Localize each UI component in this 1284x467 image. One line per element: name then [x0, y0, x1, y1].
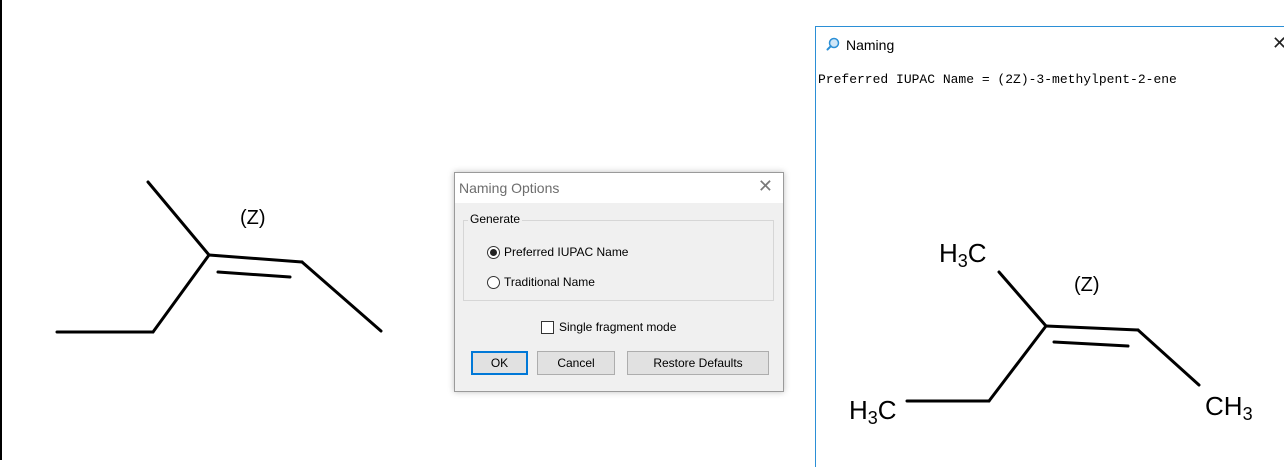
bond-double-outer [1044, 324, 1140, 332]
cancel-button[interactable]: Cancel [537, 351, 615, 375]
bond-right-methyl [1136, 328, 1201, 387]
bond-top-methyl [997, 270, 1048, 328]
dialog-title: Naming Options [459, 180, 560, 196]
generate-group-label: Generate [468, 212, 523, 226]
bond-down [151, 253, 211, 334]
checkbox-label: Single fragment mode [559, 320, 677, 334]
single-fragment-checkbox[interactable] [541, 320, 554, 334]
bond-double-inner [1052, 340, 1130, 348]
radio-traditional-name[interactable]: Traditional Name [487, 275, 595, 289]
naming-options-dialog: Naming Options ✕ Generate Preferred IUPA… [454, 172, 784, 392]
radio-label: Preferred IUPAC Name [504, 245, 629, 259]
single-fragment-checkbox-row[interactable]: Single fragment mode [541, 320, 676, 334]
bond-right-methyl [300, 260, 383, 333]
radio-selected-icon[interactable] [487, 245, 500, 259]
atom-label-bottom-left: H3C [849, 395, 897, 428]
bond-down [987, 324, 1048, 403]
dialog-titlebar: Naming Options ✕ [455, 173, 783, 203]
atom-label-top-left: H3C [939, 238, 987, 271]
bond-double-inner [216, 270, 292, 279]
stereo-label-right: (Z) [1074, 274, 1100, 296]
close-icon[interactable]: ✕ [758, 176, 773, 197]
restore-defaults-button[interactable]: Restore Defaults [627, 351, 769, 375]
radio-preferred-iupac[interactable]: Preferred IUPAC Name [487, 245, 628, 259]
naming-window: Naming ✕ Preferred IUPAC Name = (2Z)-3-m… [815, 26, 1284, 467]
radio-unselected-icon[interactable] [487, 275, 500, 289]
bond-double-outer [207, 253, 304, 264]
radio-label: Traditional Name [504, 275, 595, 289]
atom-label-right: CH3 [1205, 391, 1253, 424]
bond-methyl-top [146, 180, 211, 257]
stereo-label-left: (Z) [240, 207, 266, 229]
ok-button[interactable]: OK [471, 351, 528, 375]
